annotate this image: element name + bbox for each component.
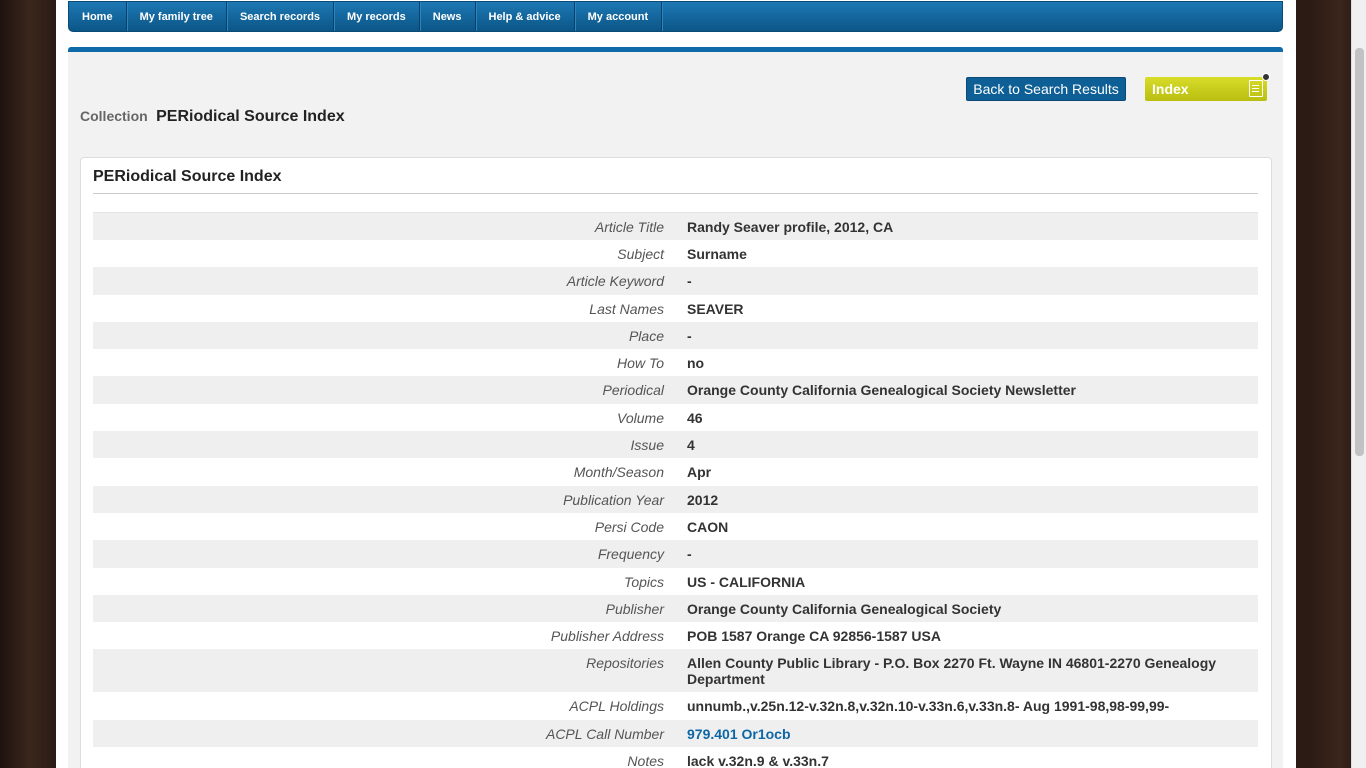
detail-row: Frequency - [93, 540, 1258, 568]
detail-label: Volume [617, 409, 664, 426]
detail-label: How To [617, 355, 664, 372]
panel-title: PERiodical Source Index [93, 168, 282, 185]
detail-row: Publisher Orange County California Geneal… [93, 594, 1258, 623]
main-navigation: Home My family tree Search records My re… [68, 1, 1283, 32]
detail-label: Notes [627, 753, 664, 768]
nav-help-advice[interactable]: Help & advice [476, 2, 575, 31]
detail-label: Periodical [602, 382, 664, 399]
content-area: Back to Search Results Index Collection … [68, 47, 1283, 768]
nav-my-family-tree[interactable]: My family tree [127, 2, 227, 31]
detail-value: lack v.32n.9 & v.33n.7 [687, 753, 829, 768]
detail-value: unnumb.,v.25n.12-v.32n.8,v.32n.10-v.33n.… [687, 698, 1170, 715]
detail-row: Article Keyword - [93, 267, 1258, 295]
detail-label: Article Keyword [566, 273, 664, 290]
detail-row: Last Names SEAVER [93, 294, 1258, 322]
nav-news[interactable]: News [420, 2, 476, 31]
detail-value: 46 [687, 409, 703, 426]
detail-label: Topics [624, 573, 664, 590]
detail-value: CAON [687, 518, 729, 535]
detail-label: ACPL Call Number [545, 725, 664, 742]
scrollbar-thumb[interactable] [1355, 48, 1364, 456]
detail-row: Month/Season Apr [93, 458, 1258, 486]
detail-row: Persi Code CAON [93, 512, 1258, 541]
detail-row: ACPL Holdings unnumb.,v.25n.12-v.32n.8,v.… [93, 692, 1258, 720]
detail-row: Periodical Orange County California Genea… [93, 376, 1258, 404]
detail-row: Publication Year 2012 [93, 485, 1258, 513]
detail-row: Repositories Allen County Public Library … [93, 649, 1258, 693]
record-panel: PERiodical Source Index Article Title Ran… [80, 157, 1272, 768]
record-details-table: Article Title Randy Seaver profile, 2012,… [93, 212, 1258, 768]
detail-value: Surname [687, 246, 747, 262]
vertical-scrollbar[interactable] [1351, 0, 1366, 768]
document-icon [1249, 80, 1263, 97]
detail-value: US - CALIFORNIA [687, 573, 806, 590]
index-button-label: Index [1152, 81, 1189, 97]
detail-value: - [687, 273, 692, 290]
detail-value: Allen County Public Library - P.O. Box 2… [687, 655, 1217, 688]
detail-row: Subject Surname [93, 240, 1258, 268]
detail-value: POB 1587 Orange CA 92856-1587 USA [687, 628, 941, 645]
divider [93, 193, 1258, 194]
detail-label: Last Names [589, 300, 664, 317]
detail-row: Issue 4 [93, 431, 1258, 459]
detail-row: Place - [93, 321, 1258, 350]
detail-value: - [687, 546, 692, 563]
detail-value: 2012 [687, 491, 719, 508]
nav-search-records[interactable]: Search records [227, 2, 335, 31]
nav-my-account[interactable]: My account [575, 2, 663, 31]
detail-label: ACPL Holdings [569, 698, 664, 715]
call-number-link[interactable]: 979.401 Or1ocb [676, 720, 1258, 747]
detail-label: Publication Year [563, 491, 664, 508]
detail-value: Apr [687, 464, 712, 481]
detail-value: Randy Seaver profile, 2012, CA [687, 219, 894, 235]
collection-label: Collection [80, 108, 148, 124]
nav-my-records[interactable]: My records [334, 2, 420, 31]
detail-value: Orange County California Genealogical So… [687, 600, 1002, 617]
detail-value: Orange County California Genealogical So… [687, 382, 1076, 399]
collection-name: PERiodical Source Index [156, 108, 345, 125]
index-button[interactable]: Index [1145, 73, 1270, 101]
detail-label: Publisher Address [550, 628, 664, 645]
detail-row: Article Title Randy Seaver profile, 2012,… [93, 212, 1258, 240]
detail-label: Publisher [605, 600, 664, 617]
detail-row: Notes lack v.32n.9 & v.33n.7 [93, 747, 1258, 768]
detail-label: Frequency [597, 546, 664, 563]
detail-row: How To no [93, 349, 1258, 377]
detail-value: 4 [687, 437, 695, 454]
detail-row: Topics US - CALIFORNIA [93, 567, 1258, 595]
detail-label: Persi Code [594, 518, 664, 535]
detail-value: no [687, 355, 705, 372]
detail-label: Month/Season [573, 464, 664, 481]
detail-label: Place [628, 327, 664, 344]
back-to-search-results-button[interactable]: Back to Search Results [966, 77, 1126, 101]
detail-value: SEAVER [687, 300, 744, 317]
nav-home[interactable]: Home [69, 2, 127, 31]
detail-label: Repositories [586, 655, 664, 672]
collection-heading: Collection PERiodical Source Index [80, 108, 345, 126]
detail-label: Article Title [594, 219, 664, 235]
detail-row: ACPL Call Number 979.401 Or1ocb [93, 719, 1258, 748]
page-container: Home My family tree Search records My re… [56, 0, 1296, 768]
detail-value: - [687, 327, 692, 344]
detail-label: Subject [617, 246, 664, 262]
badge-icon [1262, 73, 1270, 81]
detail-row: Volume 46 [93, 403, 1258, 432]
detail-label: Issue [630, 437, 664, 454]
detail-row: Publisher Address POB 1587 Orange CA 9285… [93, 622, 1258, 650]
